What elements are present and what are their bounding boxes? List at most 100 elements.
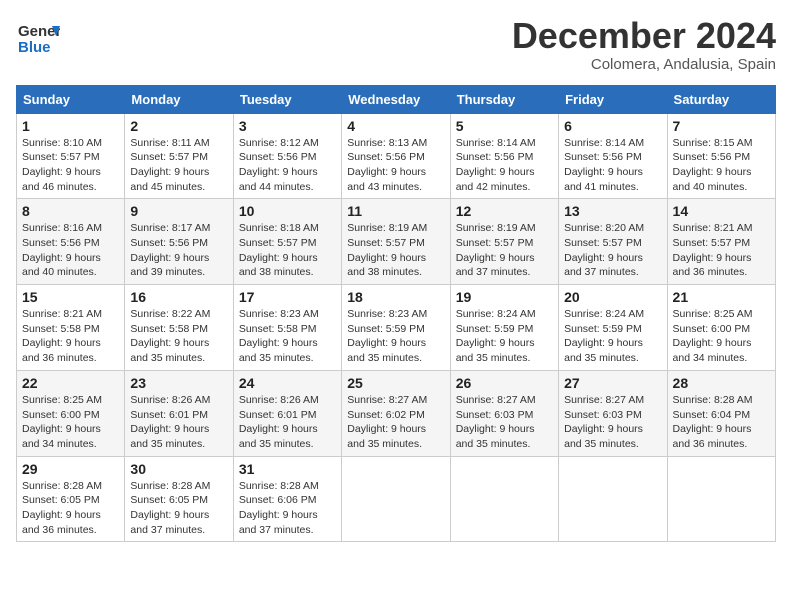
calendar-cell: 16 Sunrise: 8:22 AM Sunset: 5:58 PM Dayli… [125,285,233,371]
calendar-cell: 24Sunrise: 8:26 AM Sunset: 6:01 PM Dayli… [233,370,341,456]
calendar-cell [559,456,667,542]
day-info: Sunrise: 8:16 AM Sunset: 5:56 PM Dayligh… [22,221,119,280]
calendar-cell: 8 Sunrise: 8:16 AM Sunset: 5:56 PM Daylig… [17,199,125,285]
day-number: 17 [239,289,336,305]
day-number: 10 [239,203,336,219]
calendar-cell: 31 Sunrise: 8:28 AM Sunset: 6:06 PM Dayli… [233,456,341,542]
day-info: Sunrise: 8:22 AM Sunset: 5:58 PM Dayligh… [130,307,227,366]
week-row-1: 1 Sunrise: 8:10 AM Sunset: 5:57 PM Daylig… [17,113,776,199]
day-info: Sunrise: 8:28 AM Sunset: 6:05 PM Dayligh… [22,479,119,538]
calendar-cell: 9Sunrise: 8:17 AM Sunset: 5:56 PM Daylig… [125,199,233,285]
day-number: 18 [347,289,444,305]
calendar-table: SundayMondayTuesdayWednesdayThursdayFrid… [16,85,776,543]
day-number: 23 [130,375,227,391]
day-number: 9 [130,203,227,219]
calendar-cell: 18Sunrise: 8:23 AM Sunset: 5:59 PM Dayli… [342,285,450,371]
calendar-cell [342,456,450,542]
month-title: December 2024 [512,16,776,56]
day-number: 7 [673,118,770,134]
day-info: Sunrise: 8:28 AM Sunset: 6:04 PM Dayligh… [673,393,770,452]
day-number: 26 [456,375,553,391]
day-number: 16 [130,289,227,305]
day-info: Sunrise: 8:28 AM Sunset: 6:06 PM Dayligh… [239,479,336,538]
calendar-cell: 20Sunrise: 8:24 AM Sunset: 5:59 PM Dayli… [559,285,667,371]
title-area: December 2024 Colomera, Andalusia, Spain [512,16,776,73]
svg-text:General: General [18,23,60,40]
day-info: Sunrise: 8:10 AM Sunset: 5:57 PM Dayligh… [22,136,119,195]
day-info: Sunrise: 8:14 AM Sunset: 5:56 PM Dayligh… [456,136,553,195]
day-number: 1 [22,118,119,134]
header-saturday: Saturday [667,85,775,113]
header-monday: Monday [125,85,233,113]
day-info: Sunrise: 8:27 AM Sunset: 6:03 PM Dayligh… [564,393,661,452]
calendar-cell: 12 Sunrise: 8:19 AM Sunset: 5:57 PM Dayli… [450,199,558,285]
calendar-cell [450,456,558,542]
calendar-cell: 11Sunrise: 8:19 AM Sunset: 5:57 PM Dayli… [342,199,450,285]
calendar-cell: 1 Sunrise: 8:10 AM Sunset: 5:57 PM Daylig… [17,113,125,199]
day-info: Sunrise: 8:13 AM Sunset: 5:56 PM Dayligh… [347,136,444,195]
calendar-cell: 13 Sunrise: 8:20 AM Sunset: 5:57 PM Dayli… [559,199,667,285]
day-number: 6 [564,118,661,134]
day-info: Sunrise: 8:23 AM Sunset: 5:58 PM Dayligh… [239,307,336,366]
day-info: Sunrise: 8:21 AM Sunset: 5:58 PM Dayligh… [22,307,119,366]
calendar-cell: 17 Sunrise: 8:23 AM Sunset: 5:58 PM Dayli… [233,285,341,371]
day-info: Sunrise: 8:20 AM Sunset: 5:57 PM Dayligh… [564,221,661,280]
day-number: 15 [22,289,119,305]
location-subtitle: Colomera, Andalusia, Spain [512,56,776,73]
logo: GeneralBlue [16,16,60,60]
calendar-cell: 7 Sunrise: 8:15 AM Sunset: 5:56 PM Daylig… [667,113,775,199]
week-row-2: 8 Sunrise: 8:16 AM Sunset: 5:56 PM Daylig… [17,199,776,285]
day-number: 25 [347,375,444,391]
calendar-cell [667,456,775,542]
calendar-cell: 5 Sunrise: 8:14 AM Sunset: 5:56 PM Daylig… [450,113,558,199]
day-number: 30 [130,461,227,477]
header: GeneralBlue December 2024 Colomera, Anda… [16,16,776,73]
calendar-cell: 22 Sunrise: 8:25 AM Sunset: 6:00 PM Dayli… [17,370,125,456]
calendar-cell: 6Sunrise: 8:14 AM Sunset: 5:56 PM Daylig… [559,113,667,199]
calendar-cell: 26Sunrise: 8:27 AM Sunset: 6:03 PM Dayli… [450,370,558,456]
week-row-4: 22 Sunrise: 8:25 AM Sunset: 6:00 PM Dayli… [17,370,776,456]
calendar-cell: 25 Sunrise: 8:27 AM Sunset: 6:02 PM Dayli… [342,370,450,456]
day-number: 3 [239,118,336,134]
day-number: 13 [564,203,661,219]
day-info: Sunrise: 8:18 AM Sunset: 5:57 PM Dayligh… [239,221,336,280]
day-info: Sunrise: 8:24 AM Sunset: 5:59 PM Dayligh… [564,307,661,366]
calendar-cell: 29 Sunrise: 8:28 AM Sunset: 6:05 PM Dayli… [17,456,125,542]
day-info: Sunrise: 8:19 AM Sunset: 5:57 PM Dayligh… [456,221,553,280]
day-number: 29 [22,461,119,477]
header-friday: Friday [559,85,667,113]
day-number: 19 [456,289,553,305]
day-number: 27 [564,375,661,391]
day-info: Sunrise: 8:25 AM Sunset: 6:00 PM Dayligh… [22,393,119,452]
day-info: Sunrise: 8:15 AM Sunset: 5:56 PM Dayligh… [673,136,770,195]
day-info: Sunrise: 8:21 AM Sunset: 5:57 PM Dayligh… [673,221,770,280]
day-number: 12 [456,203,553,219]
day-number: 8 [22,203,119,219]
header-thursday: Thursday [450,85,558,113]
header-tuesday: Tuesday [233,85,341,113]
day-number: 5 [456,118,553,134]
day-info: Sunrise: 8:28 AM Sunset: 6:05 PM Dayligh… [130,479,227,538]
week-row-5: 29 Sunrise: 8:28 AM Sunset: 6:05 PM Dayli… [17,456,776,542]
calendar-cell: 2Sunrise: 8:11 AM Sunset: 5:57 PM Daylig… [125,113,233,199]
day-number: 31 [239,461,336,477]
day-number: 28 [673,375,770,391]
calendar-cell: 10 Sunrise: 8:18 AM Sunset: 5:57 PM Dayli… [233,199,341,285]
day-info: Sunrise: 8:12 AM Sunset: 5:56 PM Dayligh… [239,136,336,195]
calendar-cell: 15 Sunrise: 8:21 AM Sunset: 5:58 PM Dayli… [17,285,125,371]
logo-svg: GeneralBlue [16,16,60,60]
day-number: 22 [22,375,119,391]
day-number: 21 [673,289,770,305]
svg-text:Blue: Blue [18,39,51,56]
calendar-cell: 30 Sunrise: 8:28 AM Sunset: 6:05 PM Dayli… [125,456,233,542]
calendar-cell: 21Sunrise: 8:25 AM Sunset: 6:00 PM Dayli… [667,285,775,371]
calendar-cell: 27 Sunrise: 8:27 AM Sunset: 6:03 PM Dayli… [559,370,667,456]
day-number: 2 [130,118,227,134]
day-info: Sunrise: 8:24 AM Sunset: 5:59 PM Dayligh… [456,307,553,366]
calendar-cell: 28 Sunrise: 8:28 AM Sunset: 6:04 PM Dayli… [667,370,775,456]
day-number: 14 [673,203,770,219]
calendar-cell: 19 Sunrise: 8:24 AM Sunset: 5:59 PM Dayli… [450,285,558,371]
calendar-cell: 3 Sunrise: 8:12 AM Sunset: 5:56 PM Daylig… [233,113,341,199]
day-number: 4 [347,118,444,134]
day-info: Sunrise: 8:27 AM Sunset: 6:02 PM Dayligh… [347,393,444,452]
